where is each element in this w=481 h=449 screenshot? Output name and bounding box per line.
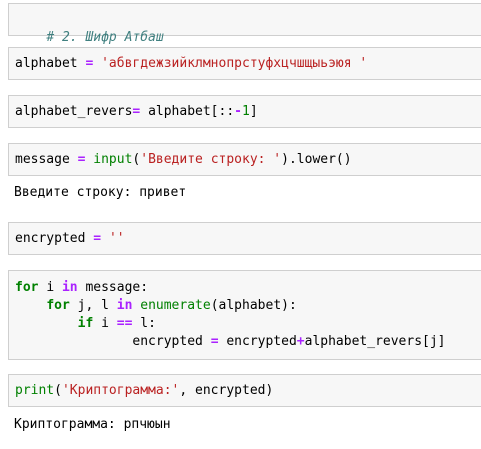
loop-var: i xyxy=(46,280,55,295)
in-keyword: in xyxy=(116,298,133,313)
code-tail: ).lower() xyxy=(281,152,352,167)
assign-source: encrypted xyxy=(226,334,297,349)
variable-name: encrypted xyxy=(15,231,86,246)
input-function: input xyxy=(93,152,133,167)
print-function: print xyxy=(15,383,55,398)
code-line-if: if i == l: xyxy=(15,315,156,333)
code-line: alphabet_revers= alphabet[::-1] xyxy=(15,103,258,121)
assign-operator: = xyxy=(132,104,141,119)
label-string: 'Криптограмма:' xyxy=(61,383,180,398)
in-keyword: in xyxy=(61,280,78,295)
slice-source: alphabet[:: xyxy=(148,104,235,119)
if-keyword: if xyxy=(77,316,94,331)
comment-text: # 2. Шифр Атбаш xyxy=(46,30,164,45)
code-tail: , encrypted) xyxy=(179,383,274,398)
code-cell-alphabet-revers[interactable]: alphabet_revers= alphabet[::-1] xyxy=(8,95,481,128)
code-cell-loop[interactable]: for i in message: for j, l in enumerate(… xyxy=(8,270,481,360)
variable-name: message xyxy=(15,152,70,167)
empty-string: '' xyxy=(108,231,125,246)
code-line: alphabet = 'абвгдежзийклмнопрстуфхцчшщыь… xyxy=(15,55,367,73)
for-keyword: for xyxy=(15,280,39,295)
code-line: message = input('Введите строку: ').lowe… xyxy=(15,151,352,169)
code-cell-print[interactable]: print('Криптограмма:', encrypted) xyxy=(8,374,481,407)
slice-close: ] xyxy=(249,104,258,119)
variable-name: alphabet xyxy=(15,56,78,71)
plus-operator: + xyxy=(296,334,305,349)
code-cell-message[interactable]: message = input('Введите строку: ').lowe… xyxy=(8,143,481,176)
cell-output-message: Введите строку: привет xyxy=(14,185,187,200)
code-cell-comment[interactable]: # 2. Шифр Атбаш xyxy=(8,3,481,45)
assign-operator: = xyxy=(85,56,94,71)
for-keyword: for xyxy=(46,298,70,313)
assign-addend: alphabet_revers[j] xyxy=(304,334,446,349)
assign-operator: = xyxy=(93,231,102,246)
assign-target: encrypted xyxy=(132,334,203,349)
enumerate-args: (alphabet): xyxy=(210,298,297,313)
step-number: 1 xyxy=(241,104,250,119)
equals-operator: == xyxy=(116,316,133,331)
code-cell-alphabet[interactable]: alphabet = 'абвгдежзийклмнопрстуфхцчшщыь… xyxy=(8,47,481,80)
code-line-for-j: for j, l in enumerate(alphabet): xyxy=(15,297,297,315)
assign-operator: = xyxy=(77,152,86,167)
cell-output-print: Криптограмма: рпчюын xyxy=(14,417,171,432)
loop-iterable: message: xyxy=(85,280,149,295)
compare-left: i xyxy=(101,316,109,331)
code-line: encrypted = '' xyxy=(15,230,125,248)
compare-right: l: xyxy=(140,316,156,331)
code-line: print('Криптограмма:', encrypted) xyxy=(15,382,273,400)
enumerate-function: enumerate xyxy=(140,298,211,313)
code-cell-encrypted[interactable]: encrypted = '' xyxy=(8,222,481,255)
minus-operator: - xyxy=(234,104,242,119)
variable-name: alphabet_revers xyxy=(15,104,133,119)
assign-operator: = xyxy=(210,334,219,349)
loop-vars: j, l xyxy=(77,298,109,313)
open-paren: ( xyxy=(54,383,62,398)
prompt-string: 'Введите строку: ' xyxy=(140,152,282,167)
code-line-for-i: for i in message: xyxy=(15,279,148,297)
alphabet-string: 'абвгдежзийклмнопрстуфхцчшщыьэюя ' xyxy=(101,56,368,71)
code-line-assign: encrypted = encrypted+alphabet_revers[j] xyxy=(15,333,446,351)
